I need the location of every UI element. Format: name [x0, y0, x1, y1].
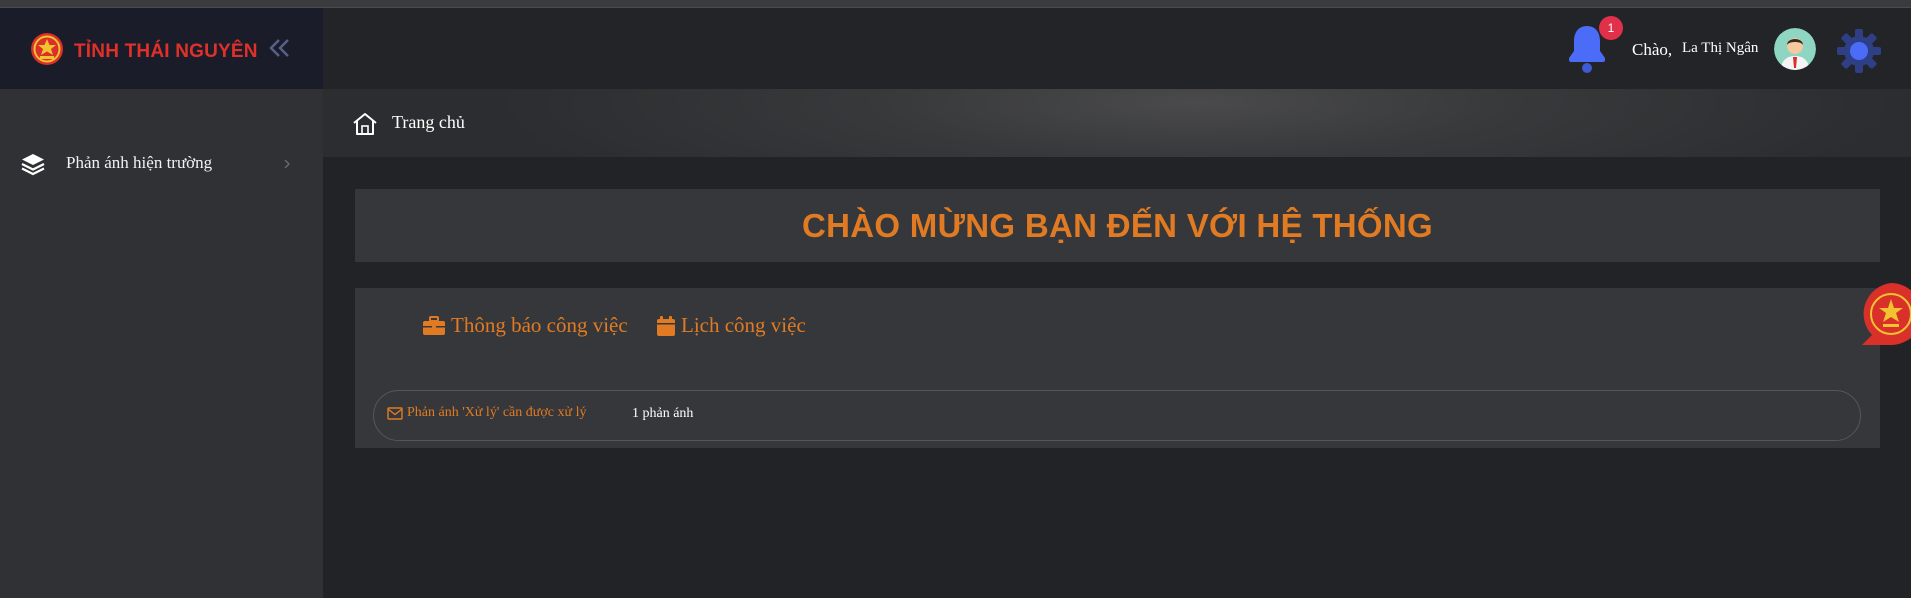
collapse-sidebar-icon[interactable] [265, 34, 293, 62]
pending-reports-notice[interactable] [373, 390, 1861, 441]
chevron-right-icon [284, 159, 290, 169]
window-top-strip [0, 0, 1911, 8]
sidebar-item-label: Phản ánh hiện trường [66, 153, 213, 172]
briefcase-icon [423, 315, 445, 335]
calendar-icon [657, 315, 675, 336]
greeting-text: Chào, [1632, 40, 1673, 59]
notification-count-badge: 1 [1599, 16, 1623, 40]
user-avatar-icon [1774, 28, 1816, 70]
settings-gear-icon[interactable] [1836, 28, 1882, 74]
user-avatar[interactable] [1774, 28, 1816, 70]
layers-icon [21, 154, 45, 176]
tab-work-notifications[interactable]: Thông báo công việc [422, 313, 628, 338]
home-icon[interactable] [352, 111, 378, 137]
brand-header: TỈNH THÁI NGUYÊN [0, 8, 323, 89]
pending-reports-label: Phản ánh 'Xử lý' cần được xử lý [407, 405, 587, 420]
pending-reports-count: 1 phản ánh [632, 406, 694, 421]
floating-emblem-icon[interactable] [1860, 283, 1911, 345]
welcome-title: CHÀO MỪNG BẠN ĐẾN VỚI HỆ THỐNG [801, 206, 1434, 244]
breadcrumb-home-link[interactable]: Trang chủ [392, 112, 465, 133]
envelope-icon [387, 407, 403, 420]
tab-calendar-label: Lịch công việc [681, 313, 806, 337]
tab-work-label: Thông báo công việc [451, 313, 628, 337]
tab-work-calendar[interactable]: Lịch công việc [656, 313, 806, 338]
sidebar-item-field-reports[interactable]: Phản ánh hiện trường [0, 138, 323, 188]
national-emblem-icon [31, 33, 63, 65]
breadcrumb [323, 89, 1911, 157]
sidebar: TỈNH THÁI NGUYÊN Phản ánh hiện trường [0, 8, 323, 598]
welcome-banner: CHÀO MỪNG BẠN ĐẾN VỚI HỆ THỐNG [355, 189, 1880, 262]
user-name[interactable]: La Thị Ngân [1682, 40, 1758, 57]
top-header [323, 8, 1911, 89]
brand-name: TỈNH THÁI NGUYÊN [74, 41, 258, 62]
